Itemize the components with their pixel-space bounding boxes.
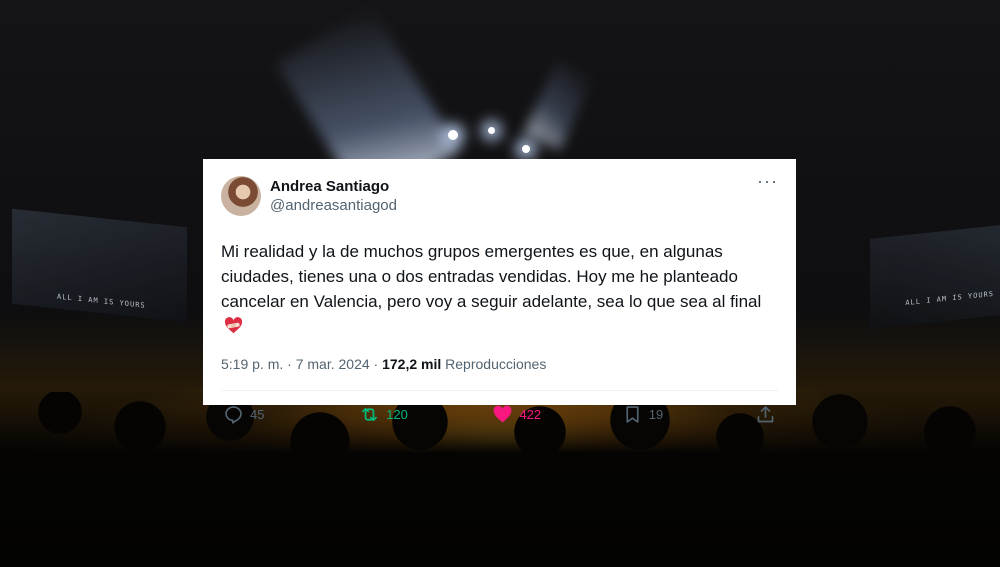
tweet-time[interactable]: 5:19 p. m. — [221, 356, 283, 372]
bookmark-count: 19 — [648, 406, 664, 422]
tweet-card: Andrea Santiago @andreasantiagod ··· Mi … — [203, 159, 796, 424]
heart-icon — [494, 405, 512, 422]
reply-count: 45 — [250, 406, 265, 422]
tweet-date[interactable]: 7 mar. 2024 — [296, 356, 370, 372]
retweet-button[interactable]: 120 — [359, 404, 492, 425]
author-handle[interactable]: @andreasantiagod — [270, 196, 397, 215]
tweet-actions: 45 120 422 19 — [221, 391, 778, 437]
video-screen-right: ALL I AM IS YOURS — [870, 225, 1000, 329]
stage-lamp — [488, 127, 495, 134]
retweet-icon — [362, 407, 378, 421]
like-count: 422 — [519, 406, 542, 422]
screen-text-left: ALL I AM IS YOURS — [57, 292, 146, 310]
share-icon — [757, 405, 774, 422]
share-button[interactable] — [755, 404, 776, 425]
author-name[interactable]: Andrea Santiago — [270, 177, 397, 196]
stage-lamp — [522, 145, 530, 153]
bookmark-icon — [626, 405, 639, 423]
tweet-text-container: Mi realidad y la de muchos grupos emerge… — [221, 239, 778, 339]
tweet-text: Mi realidad y la de muchos grupos emerge… — [221, 242, 762, 311]
more-options-icon[interactable]: ··· — [757, 171, 778, 192]
bookmark-button[interactable]: 19 — [622, 404, 755, 425]
video-screen-left: ALL I AM IS YOURS — [12, 208, 187, 323]
reply-button[interactable]: 45 — [223, 404, 359, 425]
stage-lamp — [448, 130, 458, 140]
heart-with-bandage-icon — [224, 317, 243, 334]
tweet-meta: 5:19 p. m. · 7 mar. 2024 · 172,2 mil Rep… — [221, 356, 778, 376]
screen-text-right: ALL I AM IS YOURS — [905, 289, 994, 308]
author-info: Andrea Santiago @andreasantiagod — [270, 177, 397, 215]
reply-icon — [225, 405, 242, 424]
retweet-count: 120 — [386, 406, 408, 422]
avatar[interactable] — [221, 176, 261, 216]
views-count: 172,2 mil — [382, 356, 442, 372]
tweet-header: Andrea Santiago @andreasantiagod ··· — [221, 171, 778, 217]
like-button[interactable]: 422 — [492, 404, 621, 425]
meta-separator: · — [287, 356, 292, 372]
views-label: Reproducciones — [445, 356, 547, 372]
meta-separator: · — [373, 356, 379, 372]
